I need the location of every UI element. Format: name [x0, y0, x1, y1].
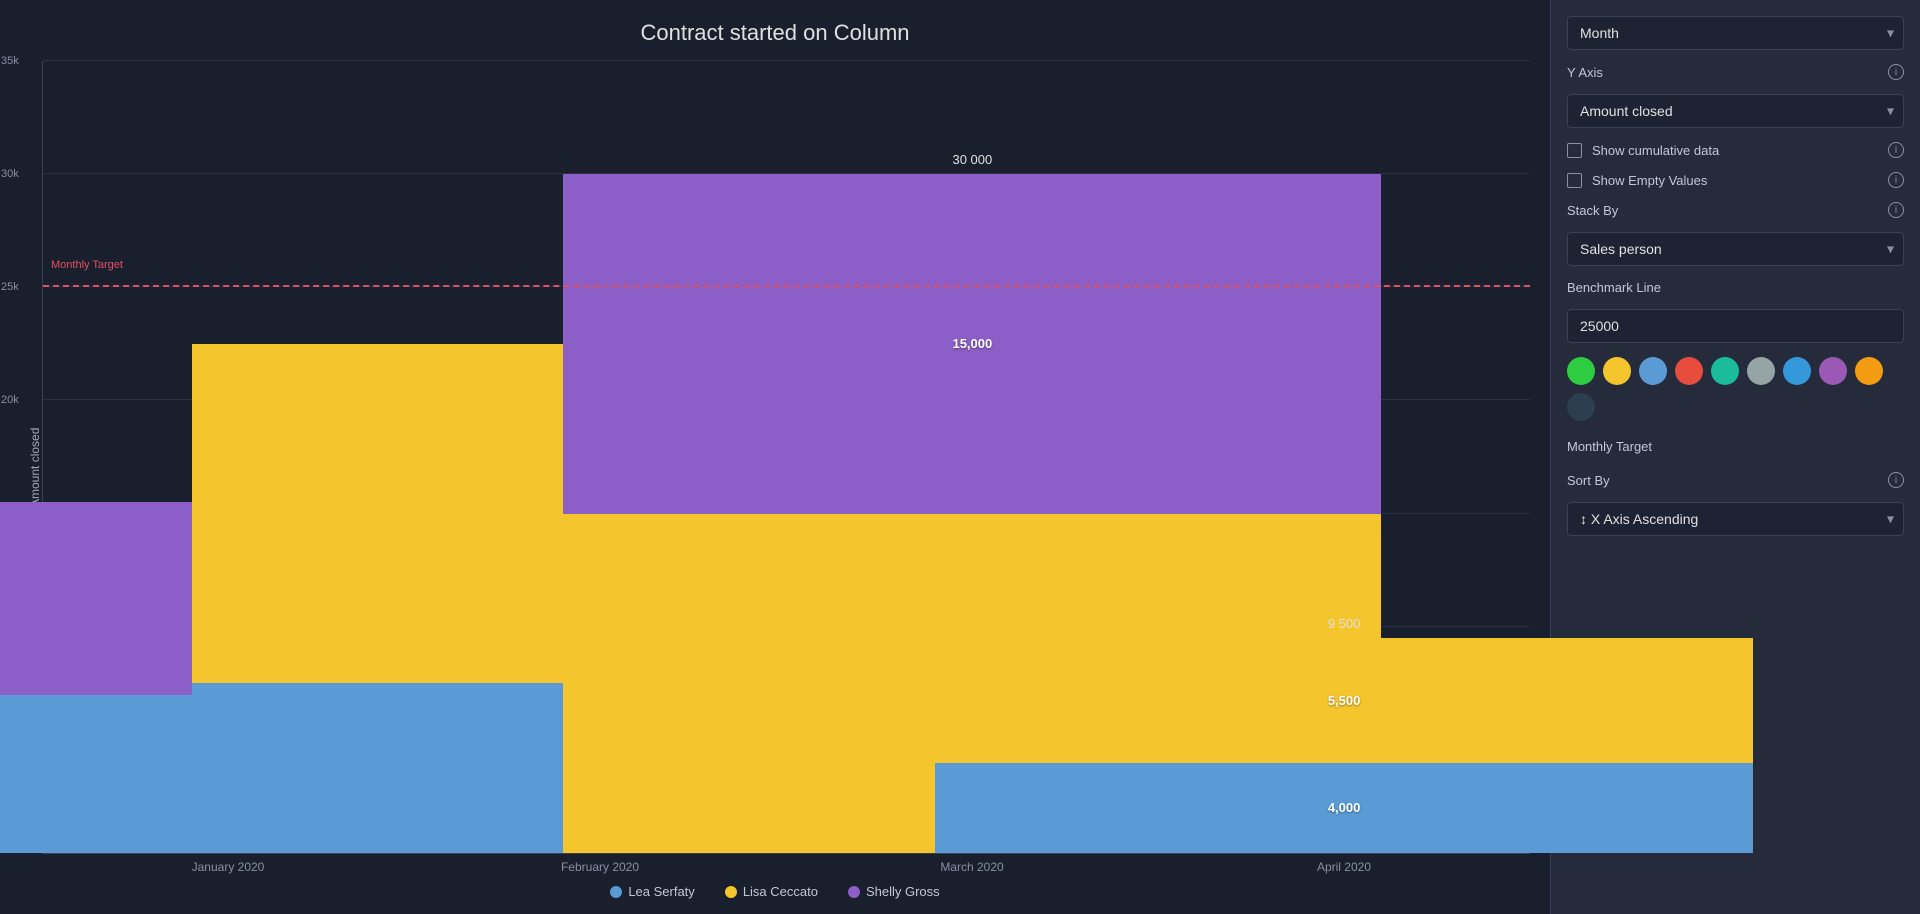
bar-segment-value: 15,000 [952, 336, 992, 351]
bar-segment: 5,500 [935, 638, 1753, 762]
legend-label: Shelly Gross [866, 884, 940, 899]
stack-by-row: Stack By i [1567, 202, 1904, 218]
cumulative-info-icon[interactable]: i [1888, 142, 1904, 158]
chart-area: Contract started on Column Amount closed… [0, 0, 1550, 914]
monthly-target-label: Monthly Target [1567, 435, 1904, 458]
grid-label: 30k [1, 168, 19, 180]
chart-title: Contract started on Column [20, 20, 1530, 46]
legend-label: Lisa Ceccato [743, 884, 818, 899]
chart-inner: 35k30k25k20k15k10k5k0Monthly Target15 50… [42, 61, 1530, 874]
color-swatch-yellow[interactable] [1603, 357, 1631, 385]
x-axis-dropdown-wrapper[interactable]: Month [1567, 16, 1904, 50]
cumulative-checkbox[interactable] [1567, 143, 1582, 158]
chart-container: Amount closed 35k30k25k20k15k10k5k0Month… [20, 61, 1530, 874]
empty-values-checkbox-row: Show Empty Values [1567, 173, 1707, 188]
bar-stack[interactable]: 9 5004,0005,500 [935, 638, 1753, 853]
stack-by-label: Stack By [1567, 203, 1618, 218]
legend-dot [848, 886, 860, 898]
y-axis-row: Y Axis i [1567, 64, 1904, 80]
legend: Lea Serfaty Lisa Ceccato Shelly Gross [20, 874, 1530, 904]
color-swatches [1567, 357, 1904, 421]
bar-segment-value: 4,000 [1328, 800, 1361, 815]
bar-total-label: 30 000 [563, 152, 1381, 167]
color-swatch-teal[interactable] [1711, 357, 1739, 385]
empty-values-label: Show Empty Values [1592, 173, 1707, 188]
bar-total-label: 9 500 [935, 616, 1753, 631]
cumulative-label: Show cumulative data [1592, 143, 1719, 158]
empty-values-row: Show Empty Values i [1567, 172, 1904, 188]
legend-item: Shelly Gross [848, 884, 940, 899]
benchmark-row: Benchmark Line [1567, 280, 1904, 295]
color-swatch-gray[interactable] [1747, 357, 1775, 385]
color-swatch-green[interactable] [1567, 357, 1595, 385]
color-swatch-orange[interactable] [1855, 357, 1883, 385]
cumulative-row: Show cumulative data i [1567, 142, 1904, 158]
color-swatch-dark[interactable] [1567, 393, 1595, 421]
y-axis-dropdown-wrapper[interactable]: Amount closed [1567, 94, 1904, 128]
grid-line: 35k [43, 60, 1530, 61]
benchmark-label: Monthly Target [51, 259, 123, 271]
color-swatch-purple[interactable] [1819, 357, 1847, 385]
stack-by-info-icon[interactable]: i [1888, 202, 1904, 218]
legend-item: Lisa Ceccato [725, 884, 818, 899]
x-axis-label: February 2020 [414, 854, 786, 874]
sort-by-label: Sort By [1567, 473, 1610, 488]
empty-values-checkbox[interactable] [1567, 173, 1582, 188]
y-axis-info-icon[interactable]: i [1888, 64, 1904, 80]
bar-segment: 4,000 [935, 763, 1753, 854]
chart-plot: 35k30k25k20k15k10k5k0Monthly Target15 50… [42, 61, 1530, 854]
x-axis-label: April 2020 [1158, 854, 1530, 874]
sort-by-info-icon[interactable]: i [1888, 472, 1904, 488]
stack-by-dropdown-wrapper[interactable]: Sales person [1567, 232, 1904, 266]
x-axis-label: January 2020 [42, 854, 414, 874]
stack-by-dropdown[interactable]: Sales person [1567, 232, 1904, 266]
grid-label: 20k [1, 394, 19, 406]
grid-label: 35k [1, 55, 19, 67]
sort-by-row: Sort By i [1567, 472, 1904, 488]
legend-label: Lea Serfaty [628, 884, 695, 899]
bar-segment: 15,000 [563, 174, 1381, 513]
benchmark-input[interactable]: 25000 [1567, 309, 1904, 343]
x-axis-dropdown[interactable]: Month [1567, 16, 1904, 50]
benchmark-label: Benchmark Line [1567, 280, 1661, 295]
legend-item: Lea Serfaty [610, 884, 695, 899]
bar-segment-value: 5,500 [1328, 693, 1361, 708]
y-axis-section-label: Y Axis [1567, 65, 1603, 80]
sort-by-dropdown-wrapper[interactable]: ↕ X Axis Ascending [1567, 502, 1904, 536]
color-swatch-blue[interactable] [1639, 357, 1667, 385]
sort-by-dropdown[interactable]: ↕ X Axis Ascending [1567, 502, 1904, 536]
benchmark-line [43, 285, 1530, 287]
grid-label: 25k [1, 281, 19, 293]
x-axis-label: March 2020 [786, 854, 1158, 874]
empty-values-info-icon[interactable]: i [1888, 172, 1904, 188]
color-swatch-red[interactable] [1675, 357, 1703, 385]
cumulative-checkbox-row: Show cumulative data [1567, 143, 1719, 158]
legend-dot [725, 886, 737, 898]
color-swatch-light-blue[interactable] [1783, 357, 1811, 385]
legend-dot [610, 886, 622, 898]
x-axis-labels: January 2020February 2020March 2020April… [42, 854, 1530, 874]
y-axis-dropdown[interactable]: Amount closed [1567, 94, 1904, 128]
